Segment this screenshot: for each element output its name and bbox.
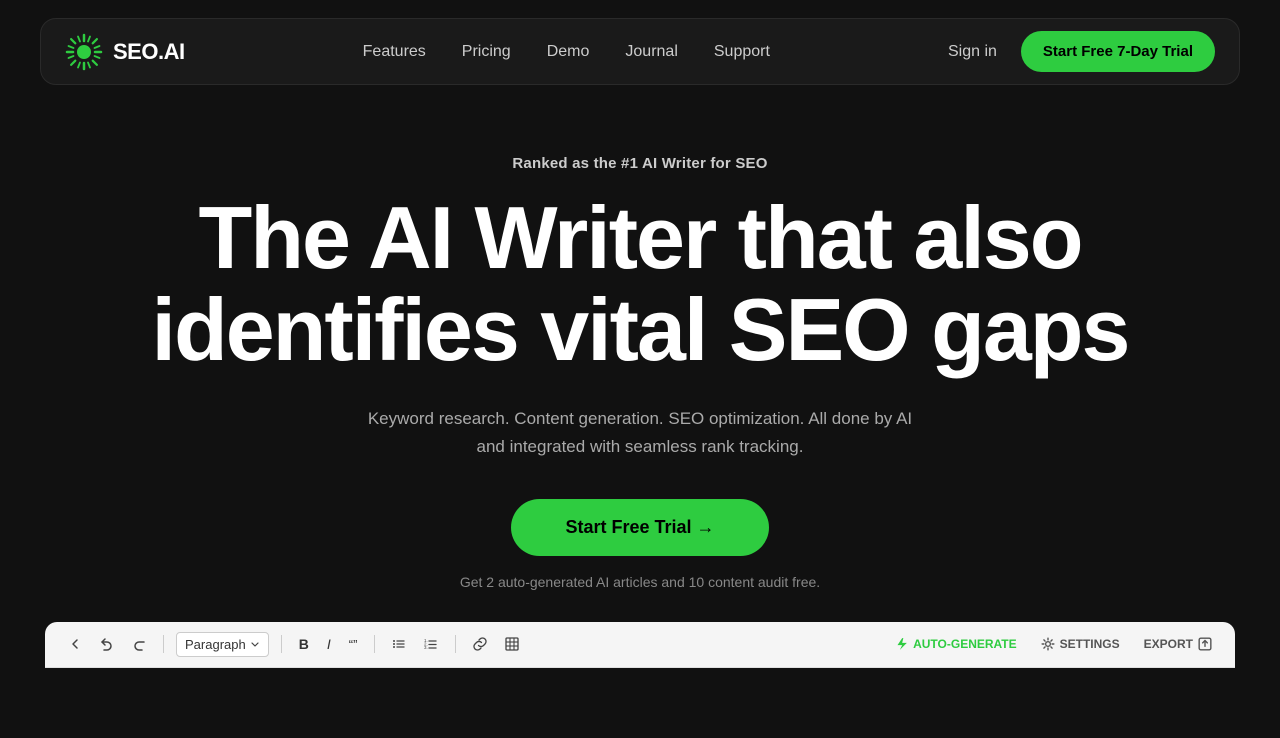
navbar: SEO.AI Features Pricing Demo Journal Sup… [40, 18, 1240, 85]
hero-title-line2: identifies vital SEO gaps [152, 280, 1129, 379]
export-button[interactable]: EXPORT [1139, 634, 1217, 654]
logo-icon [65, 33, 103, 71]
hero-cta-button[interactable]: Start Free Trial → [511, 499, 768, 556]
nav-right: Sign in Start Free 7-Day Trial [948, 31, 1215, 72]
italic-button[interactable]: I [322, 633, 336, 655]
editor-toolbar: Paragraph B I “” 1. [45, 622, 1235, 668]
toolbar-separator-3 [374, 635, 375, 653]
auto-generate-button[interactable]: AUTO-GENERATE [889, 634, 1022, 654]
hero-badge: Ranked as the #1 AI Writer for SEO [512, 155, 767, 172]
unordered-list-button[interactable] [387, 634, 411, 654]
toolbar-separator-4 [455, 635, 456, 653]
settings-label: SETTINGS [1060, 637, 1120, 651]
hero-title-line1: The AI Writer that also [198, 188, 1081, 287]
toolbar-separator-1 [163, 635, 164, 653]
settings-button[interactable]: SETTINGS [1036, 634, 1125, 654]
nav-item-support[interactable]: Support [714, 43, 770, 61]
hero-title: The AI Writer that also identifies vital… [152, 192, 1129, 377]
redo-button[interactable] [127, 634, 151, 654]
nav-item-demo[interactable]: Demo [547, 43, 590, 61]
auto-generate-label: AUTO-GENERATE [913, 637, 1017, 651]
link-button[interactable] [468, 634, 492, 654]
ordered-list-button[interactable]: 1. 2. 3. [419, 634, 443, 654]
gear-icon [1041, 637, 1055, 651]
paragraph-label: Paragraph [185, 637, 246, 652]
chevron-down-icon [250, 639, 260, 649]
hero-subtitle: Keyword research. Content generation. SE… [360, 405, 920, 461]
sign-in-link[interactable]: Sign in [948, 43, 997, 61]
undo-button[interactable] [95, 634, 119, 654]
bold-button[interactable]: B [294, 633, 314, 655]
nav-item-pricing[interactable]: Pricing [462, 43, 511, 61]
toolbar-separator-2 [281, 635, 282, 653]
hero-note: Get 2 auto-generated AI articles and 10 … [460, 574, 820, 590]
svg-text:3.: 3. [424, 645, 428, 650]
logo[interactable]: SEO.AI [65, 33, 185, 71]
logo-wordmark: SEO.AI [113, 39, 185, 65]
export-label: EXPORT [1144, 637, 1193, 651]
nav-cta-button[interactable]: Start Free 7-Day Trial [1021, 31, 1215, 72]
nav-links: Features Pricing Demo Journal Support [363, 43, 770, 61]
nav-item-journal[interactable]: Journal [625, 43, 677, 61]
table-button[interactable] [500, 634, 524, 654]
nav-item-features[interactable]: Features [363, 43, 426, 61]
lightning-icon [894, 637, 908, 651]
toolbar-right-actions: AUTO-GENERATE SETTINGS EXPORT [889, 634, 1217, 654]
back-button[interactable] [63, 634, 87, 654]
export-icon [1198, 637, 1212, 651]
editor-preview: Paragraph B I “” 1. [45, 622, 1235, 668]
hero-section: Ranked as the #1 AI Writer for SEO The A… [0, 103, 1280, 622]
paragraph-dropdown[interactable]: Paragraph [176, 632, 269, 657]
quote-button[interactable]: “” [344, 634, 363, 655]
